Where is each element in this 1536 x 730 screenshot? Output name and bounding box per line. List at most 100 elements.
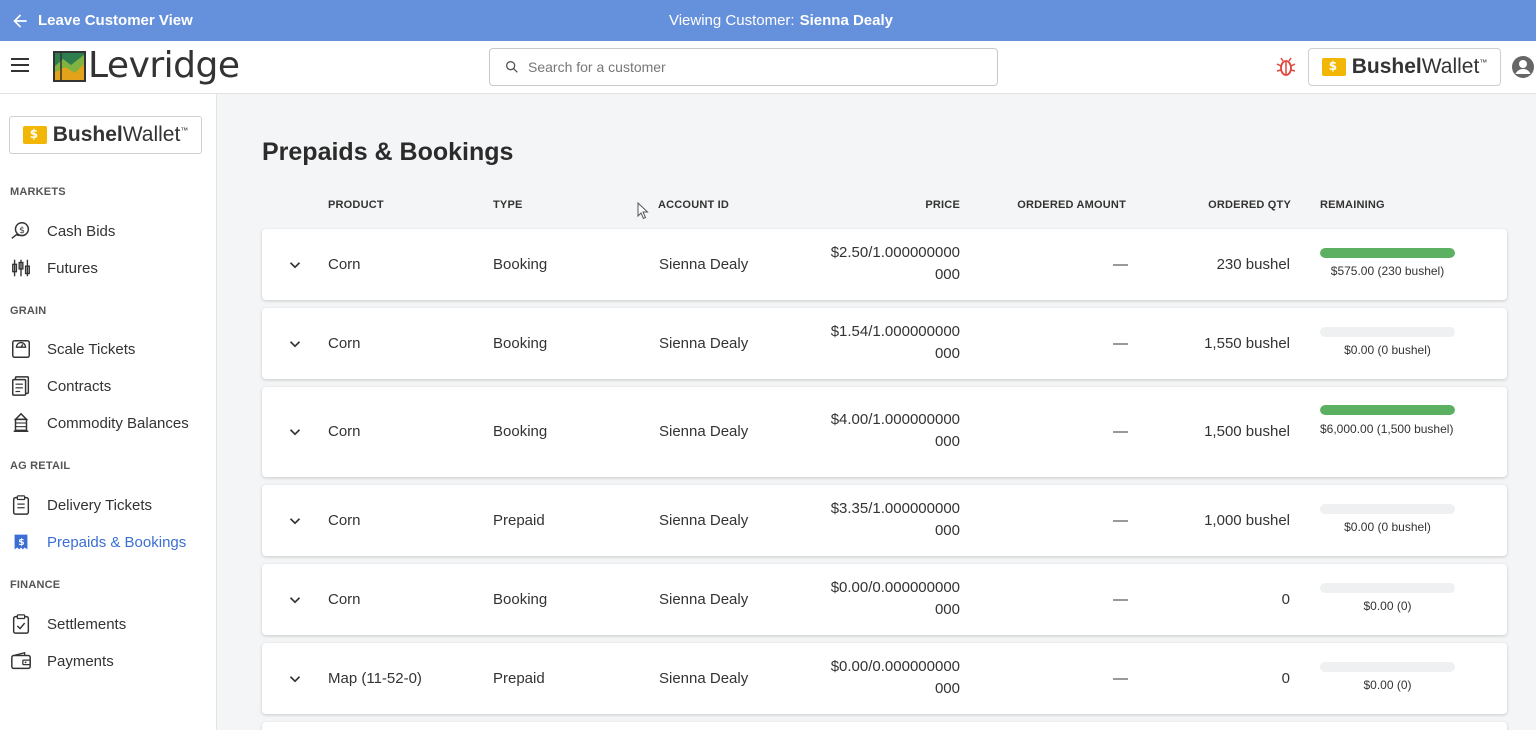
cell-ordered-qty: 0 <box>1281 591 1290 608</box>
chevron-down-icon[interactable] <box>286 512 304 530</box>
viewing-customer-text: Viewing Customer: Sienna Dealy <box>0 0 1536 41</box>
levridge-logo[interactable]: Levridge <box>53 47 240 85</box>
bushel-wallet-icon <box>22 126 47 144</box>
column-header-type[interactable]: TYPE <box>493 199 523 211</box>
cell-remaining: $575.00 (230 bushel) <box>1330 264 1445 278</box>
sidebar-item-label: Contracts <box>47 377 112 395</box>
column-header-price[interactable]: PRICE <box>925 199 960 211</box>
sidebar-item-futures[interactable]: Futures <box>0 252 216 284</box>
cell-remaining: $0.00 (0) <box>1363 678 1412 692</box>
wallet-icon <box>11 651 31 670</box>
sidebar: BushelWallet™ MARKETS $ Cash Bids Future… <box>0 94 217 730</box>
chevron-down-icon[interactable] <box>286 591 304 609</box>
chevron-down-icon[interactable] <box>286 335 304 353</box>
cell-product: Map (11-52-0) <box>328 670 422 687</box>
table-row[interactable]: Corn Prepaid Sienna Dealy $3.35/1.000000… <box>262 485 1507 556</box>
remaining-progress-bar <box>1320 405 1455 415</box>
sidebar-item-prepaids-bookings[interactable]: $ Prepaids & Bookings <box>0 526 216 558</box>
cell-ordered-qty: 1,000 bushel <box>1204 512 1290 529</box>
chevron-down-icon[interactable] <box>286 423 304 441</box>
remaining-progress-bar <box>1320 504 1455 514</box>
cell-ordered-amount: — <box>1113 423 1128 440</box>
table-row[interactable]: Corn Booking Sienna Dealy $4.00/1.000000… <box>262 387 1507 477</box>
sidebar-item-label: Futures <box>47 259 98 277</box>
remaining-progress-fill <box>1320 405 1455 415</box>
cell-price: $4.00/1.000000000 000 <box>830 411 960 450</box>
sidebar-item-label: Prepaids & Bookings <box>47 533 187 551</box>
sidebar-item-delivery-tickets[interactable]: Delivery Tickets <box>0 489 216 521</box>
cell-ordered-qty: 230 bushel <box>1216 256 1290 273</box>
table-row[interactable] <box>262 722 1507 730</box>
bushel-wallet-label: BushelWallet™ <box>1351 55 1488 78</box>
cell-account-id: Sienna Dealy <box>659 670 749 687</box>
cell-remaining: $6,000.00 (1,500 bushel) <box>1320 422 1454 436</box>
cell-product: Corn <box>328 423 361 440</box>
column-header-ordered-amount[interactable]: ORDERED AMOUNT <box>1017 199 1126 211</box>
column-header-ordered-qty[interactable]: ORDERED QTY <box>1208 199 1291 211</box>
remaining-progress-bar <box>1320 248 1455 258</box>
app-header: Levridge BushelWallet™ <box>0 41 1536 94</box>
sidebar-item-label: Commodity Balances <box>47 414 189 432</box>
settlement-check-icon <box>12 614 30 634</box>
cell-ordered-amount: — <box>1113 591 1128 608</box>
sidebar-item-label: Settlements <box>47 615 127 633</box>
cell-price: $1.54/1.000000000 000 <box>830 323 960 362</box>
table-row[interactable]: Corn Booking Sienna Dealy $0.00/0.000000… <box>262 564 1507 635</box>
sidebar-item-settlements[interactable]: Settlements <box>0 608 216 640</box>
table-row[interactable]: Map (11-52-0) Prepaid Sienna Dealy $0.00… <box>262 643 1507 714</box>
cell-account-id: Sienna Dealy <box>659 512 749 529</box>
sidebar-bushel-wallet-label: BushelWallet™ <box>52 123 189 146</box>
clipboard-icon <box>12 495 30 515</box>
cell-account-id: Sienna Dealy <box>659 335 749 352</box>
sidebar-item-commodity-balances[interactable]: Commodity Balances <box>0 407 216 439</box>
cell-remaining: $0.00 (0) <box>1363 599 1412 613</box>
chevron-down-icon[interactable] <box>286 670 304 688</box>
cell-type: Prepaid <box>493 670 545 687</box>
cell-product: Corn <box>328 591 361 608</box>
cell-product: Corn <box>328 335 361 352</box>
table-row[interactable]: Corn Booking Sienna Dealy $2.50/1.000000… <box>262 229 1507 300</box>
section-ag-retail: AG RETAIL <box>10 460 71 472</box>
sidebar-item-cash-bids[interactable]: $ Cash Bids <box>0 215 216 247</box>
sidebar-item-payments[interactable]: Payments <box>0 645 216 677</box>
cash-bids-icon: $ <box>11 222 30 239</box>
levridge-logo-text: Levridge <box>88 45 240 86</box>
cell-ordered-amount: — <box>1113 335 1128 352</box>
column-header-account-id[interactable]: ACCOUNT ID <box>658 199 729 211</box>
column-header-product[interactable]: PRODUCT <box>328 199 384 211</box>
section-grain: GRAIN <box>10 305 47 317</box>
cell-product: Corn <box>328 256 361 273</box>
cell-remaining: $0.00 (0 bushel) <box>1344 343 1431 357</box>
remaining-progress-bar <box>1320 583 1455 593</box>
cell-ordered-amount: — <box>1113 670 1128 687</box>
remaining-progress-bar <box>1320 327 1455 337</box>
customer-search[interactable] <box>489 48 998 86</box>
menu-icon[interactable] <box>11 58 31 76</box>
cell-type: Booking <box>493 423 548 440</box>
customer-search-input[interactable] <box>528 59 968 75</box>
cell-price: $3.35/1.000000000 000 <box>830 500 960 539</box>
cell-product: Corn <box>328 512 361 529</box>
sidebar-item-scale-tickets[interactable]: Scale Tickets <box>0 333 216 365</box>
levridge-logo-mark <box>53 51 86 82</box>
cell-ordered-amount: — <box>1113 512 1128 529</box>
cell-price: $2.50/1.000000000 000 <box>830 244 960 283</box>
bug-report-icon[interactable] <box>1274 55 1298 79</box>
svg-text:$: $ <box>18 537 24 548</box>
chevron-down-icon[interactable] <box>286 256 304 274</box>
column-header-remaining[interactable]: REMAINING <box>1320 199 1385 211</box>
table-row[interactable]: Corn Booking Sienna Dealy $1.54/1.000000… <box>262 308 1507 379</box>
cell-type: Prepaid <box>493 512 545 529</box>
section-finance: FINANCE <box>10 579 61 591</box>
page-title: Prepaids & Bookings <box>262 138 514 166</box>
bushel-wallet-button[interactable]: BushelWallet™ <box>1308 48 1501 86</box>
cell-account-id: Sienna Dealy <box>659 256 749 273</box>
scale-ticket-icon <box>12 340 30 358</box>
cell-account-id: Sienna Dealy <box>659 591 749 608</box>
cell-ordered-amount: — <box>1113 256 1128 273</box>
sidebar-item-contracts[interactable]: Contracts <box>0 370 216 402</box>
main-content: Prepaids & Bookings PRODUCT TYPE ACCOUNT… <box>218 95 1536 730</box>
sidebar-bushel-wallet-button[interactable]: BushelWallet™ <box>9 116 202 154</box>
account-avatar-icon[interactable] <box>1511 55 1535 79</box>
futures-candlestick-icon <box>12 259 30 277</box>
